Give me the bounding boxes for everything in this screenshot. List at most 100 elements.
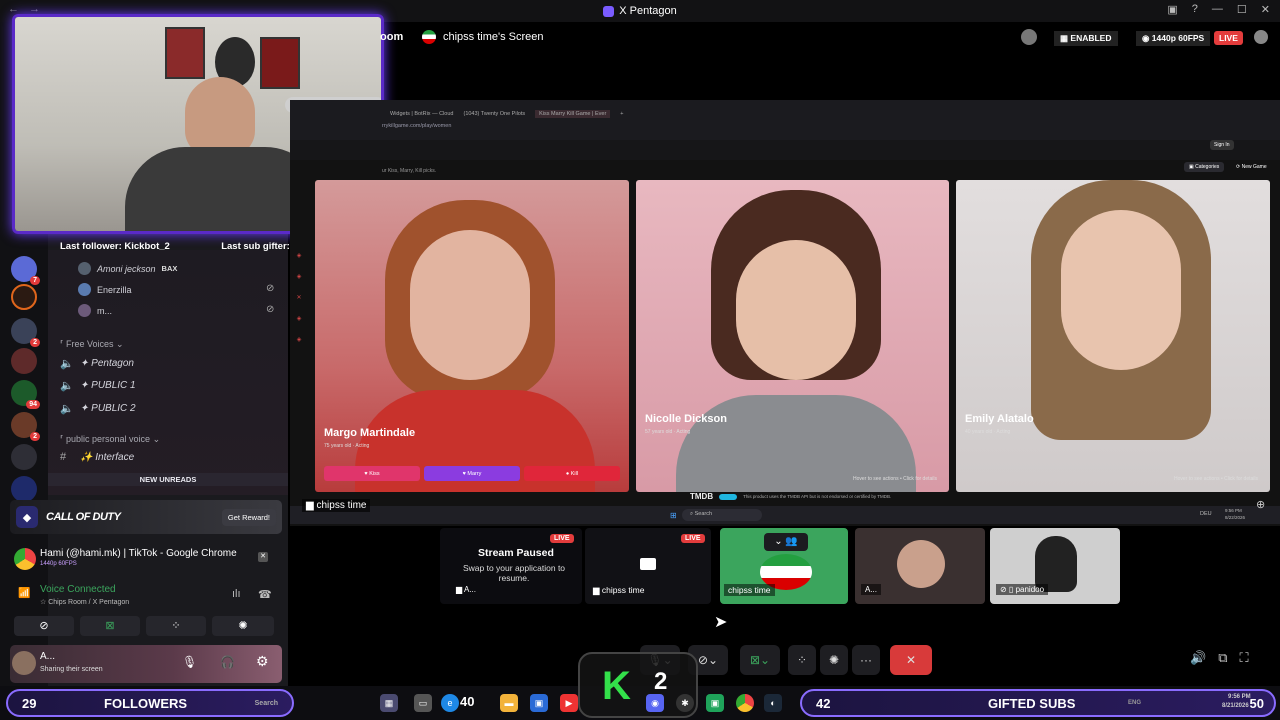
tile-screen[interactable]: LIVE ▆ chipss time bbox=[585, 528, 711, 604]
mouse-cursor-icon: ➤ bbox=[714, 614, 728, 631]
channel-public-1[interactable]: 🔈 ✦ PUBLIC 1 bbox=[60, 379, 136, 392]
browser-tab[interactable]: Widgets | BotRix — Cloud bbox=[390, 111, 453, 117]
voice-user[interactable]: Amoni jeckson BAX bbox=[78, 262, 177, 275]
photo-face bbox=[410, 230, 530, 380]
volume-icon[interactable]: 🔊 bbox=[1190, 650, 1206, 672]
folder-icon[interactable]: ▬ bbox=[500, 694, 518, 712]
person-card[interactable]: Emily Alatalo 40 years old · Acting Hove… bbox=[956, 180, 1270, 492]
mic-icon[interactable]: 🎙 bbox=[182, 655, 197, 669]
server-icon-5[interactable]: 2 bbox=[11, 412, 40, 441]
live-badge: LIVE bbox=[1214, 31, 1243, 45]
tile-participant[interactable]: A... bbox=[855, 528, 985, 604]
camera-off-button[interactable]: ⊘ bbox=[14, 616, 74, 636]
person-card[interactable]: Margo Martindale 75 years old · Acting bbox=[315, 180, 629, 492]
taskbar-app-icon[interactable]: ▦ bbox=[380, 694, 398, 712]
new-game-button[interactable]: ⟳ New Game bbox=[1233, 162, 1270, 172]
get-reward-button[interactable]: Get Reward! bbox=[221, 508, 276, 526]
browser-tab-active[interactable]: Kiss Marry Kill Game | Ever bbox=[535, 110, 611, 118]
user-name: A... bbox=[40, 651, 56, 662]
activities-button[interactable]: ⁘ bbox=[146, 616, 206, 636]
sign-in-button[interactable]: Sign In bbox=[1210, 140, 1234, 150]
card-age: 40 years old bbox=[965, 429, 993, 435]
tile-menu-button[interactable]: ⌄ 👥 bbox=[764, 533, 808, 551]
edge-icon[interactable]: e bbox=[441, 694, 459, 712]
app-logo-icon bbox=[603, 5, 615, 17]
server-icon-3[interactable] bbox=[11, 348, 37, 374]
photo-face bbox=[1061, 210, 1181, 370]
youtube-icon[interactable]: ▶ bbox=[560, 694, 578, 712]
soundboard-icon[interactable]: ılı bbox=[232, 588, 241, 600]
rail-badge: 94 bbox=[26, 400, 40, 409]
gear-icon[interactable]: ⚙ bbox=[256, 653, 269, 670]
category-free-voices[interactable]: ⸢ Free Voices ⌄ bbox=[60, 339, 124, 350]
popout-icon[interactable]: ⧉ bbox=[1218, 650, 1227, 672]
kill-button[interactable]: ● Kill bbox=[524, 466, 620, 481]
share-screen-button[interactable]: ⊠⌄ bbox=[740, 645, 780, 675]
activities-button[interactable]: ⁘ bbox=[788, 645, 816, 675]
mute-icon: ⊘ bbox=[266, 283, 275, 294]
fullscreen-icon[interactable]: ⛶ bbox=[1239, 650, 1248, 672]
promo-title: CALL OF DUTY bbox=[46, 511, 121, 523]
headphones-icon[interactable]: 🎧 bbox=[220, 655, 235, 669]
marry-button[interactable]: ♥ Marry bbox=[424, 466, 520, 481]
browser-tab[interactable]: (1043) Twenty One Pilots bbox=[463, 111, 525, 117]
more-button[interactable]: ··· bbox=[852, 645, 880, 675]
help-icon[interactable]: ? bbox=[1192, 3, 1198, 16]
tile-user-name: A... bbox=[861, 584, 882, 595]
server-icon-6[interactable] bbox=[11, 444, 37, 470]
channel-public-2[interactable]: 🔈 ✦ PUBLIC 2 bbox=[60, 402, 136, 415]
kiss-button[interactable]: ♥ Kiss bbox=[324, 466, 420, 481]
enabled-badge: ▦ ENABLED bbox=[1054, 31, 1118, 46]
avatar[interactable] bbox=[12, 651, 36, 675]
card-age: 75 years old bbox=[324, 443, 352, 449]
server-icon-7[interactable] bbox=[11, 476, 37, 502]
chat-icon[interactable] bbox=[1254, 30, 1268, 44]
categories-button[interactable]: ▣ Categories bbox=[1184, 162, 1225, 172]
voice-user[interactable]: Enerzilla bbox=[78, 283, 132, 296]
window-controls: ▣ ? — ☐ ✕ bbox=[1167, 3, 1270, 16]
categories-label: Categories bbox=[1195, 164, 1220, 170]
steam-icon[interactable]: ◐ bbox=[764, 694, 782, 712]
server-icon-home[interactable]: 7 bbox=[11, 256, 40, 285]
disconnect-icon[interactable]: ☎ bbox=[258, 588, 272, 601]
screen-share-button[interactable]: ⊠ bbox=[80, 616, 140, 636]
taskbar-app-icon[interactable]: ▭ bbox=[414, 694, 432, 712]
channel-pentagon[interactable]: 🔈 ✦ Pentagon bbox=[60, 357, 134, 370]
card-category: Acting bbox=[676, 429, 691, 435]
tmdb-note: This product uses the TMDB API but is no… bbox=[743, 494, 892, 499]
avatar bbox=[78, 262, 91, 275]
server-icon-2[interactable]: 2 bbox=[11, 318, 40, 347]
close-button[interactable]: ✕ bbox=[1261, 3, 1270, 16]
card-hover-hint: Hover to see actions • Click for details bbox=[852, 476, 937, 482]
followers-count: 29 bbox=[22, 695, 37, 711]
store-icon[interactable]: ▣ bbox=[530, 694, 548, 712]
chatgpt-icon[interactable]: ✱ bbox=[676, 694, 694, 712]
new-game-label: New Game bbox=[1241, 164, 1267, 170]
person-card[interactable]: Nicolle Dickson 57 years old · Acting Ho… bbox=[636, 180, 949, 492]
tile-participant[interactable]: ⊘ ▯ panidoo bbox=[990, 528, 1120, 604]
channel-interface[interactable]: # ✨ Interface bbox=[60, 451, 134, 463]
tile-stream-paused[interactable]: LIVE Stream Paused Swap to your applicat… bbox=[440, 528, 582, 604]
inbox-icon[interactable]: ▣ bbox=[1167, 3, 1177, 16]
new-unreads-banner[interactable]: NEW UNREADS bbox=[48, 473, 288, 486]
close-activity-icon[interactable]: ✕ bbox=[258, 552, 268, 562]
soundboard-button[interactable]: ✺ bbox=[820, 645, 848, 675]
category-public-personal[interactable]: ⸢ public personal voice ⌄ bbox=[60, 434, 160, 445]
zoom-icon[interactable]: ⊕ bbox=[1256, 498, 1265, 511]
voice-room[interactable]: ☆ Chips Room / X Pentagon bbox=[40, 598, 129, 606]
disconnect-button[interactable]: ✕ bbox=[890, 645, 932, 675]
xbox-icon[interactable]: ▣ bbox=[706, 694, 724, 712]
maximize-button[interactable]: ☐ bbox=[1237, 3, 1247, 16]
minimize-button[interactable]: — bbox=[1212, 3, 1223, 16]
url-bar[interactable]: rrykillgame.com/play/women bbox=[382, 123, 451, 129]
soundboard-button[interactable]: ✺ bbox=[212, 616, 274, 636]
server-icon-4[interactable]: 94 bbox=[11, 380, 40, 409]
new-tab-icon[interactable]: + bbox=[620, 111, 623, 117]
tile-speaking[interactable]: ⌄ 👥 chipss time bbox=[720, 528, 848, 604]
voice-user[interactable]: m... bbox=[78, 304, 112, 317]
discord-icon[interactable]: ◉ bbox=[646, 694, 664, 712]
server-icon-overwatch[interactable] bbox=[11, 284, 37, 310]
avatar[interactable] bbox=[1021, 29, 1037, 45]
chrome-icon[interactable] bbox=[736, 694, 754, 712]
speaker-icon: 🔈 bbox=[60, 380, 74, 392]
